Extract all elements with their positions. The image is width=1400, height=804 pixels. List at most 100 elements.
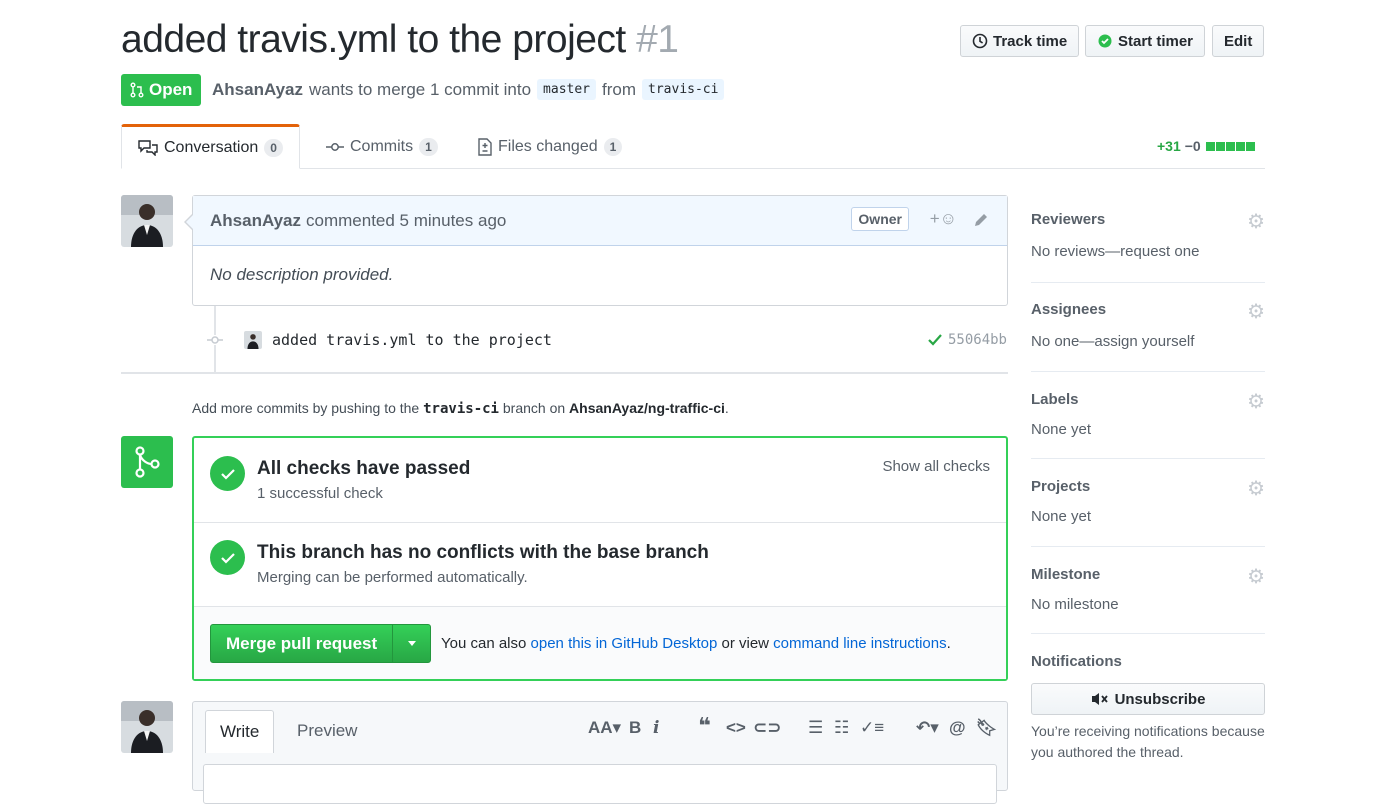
tab-files-changed[interactable]: Files changed 1 — [478, 124, 623, 169]
mention-icon[interactable]: @ — [949, 718, 966, 738]
ordered-list-icon[interactable]: ☷ — [834, 718, 849, 738]
comment-author[interactable]: AhsanAyaz — [210, 211, 301, 231]
gear-icon[interactable]: ⚙ — [1247, 389, 1265, 414]
diffstat-blocks — [1205, 141, 1255, 151]
comment-caret-fill — [186, 214, 194, 230]
unordered-list-icon[interactable]: ☰ — [808, 718, 823, 738]
avatar[interactable] — [121, 195, 173, 247]
check-circle-icon — [210, 540, 245, 575]
comment-time[interactable]: commented 5 minutes ago — [306, 211, 506, 231]
pr-author[interactable]: AhsanAyaz — [212, 80, 303, 100]
merge-hint-or: or view — [721, 635, 769, 652]
track-time-label: Track time — [993, 32, 1068, 50]
command-line-link[interactable]: command line instructions — [773, 635, 946, 652]
tab-conversation-label: Conversation — [164, 138, 259, 156]
sidebar-divider — [1031, 546, 1265, 547]
git-commit-icon — [326, 142, 344, 151]
comment-discussion-icon — [138, 139, 158, 156]
reply-icon[interactable]: ↶▾ — [916, 718, 939, 738]
sidebar-milestone[interactable]: Milestone ⚙ No milestone — [1031, 566, 1265, 613]
tab-commits-count: 1 — [419, 137, 438, 156]
add-more-commits: Add more commits by pushing to the travi… — [192, 400, 729, 417]
add-more-prefix: Add more commits by pushing to the — [192, 400, 420, 416]
checks-subtitle: 1 successful check — [257, 485, 383, 502]
clock-icon — [972, 33, 988, 49]
sidebar-divider — [1031, 371, 1265, 372]
git-commit-icon — [207, 335, 223, 345]
conflict-subtitle: Merging can be performed automatically. — [257, 569, 528, 586]
italic-icon[interactable]: i — [653, 718, 659, 738]
sidebar-notifications: Notifications — [1031, 653, 1265, 670]
sidebar-projects[interactable]: Projects ⚙ None yet — [1031, 478, 1265, 525]
labels-heading: Labels — [1031, 391, 1079, 408]
gear-icon[interactable]: ⚙ — [1247, 564, 1265, 589]
assignees-heading: Assignees — [1031, 301, 1107, 318]
assignees-value[interactable]: No one—assign yourself — [1031, 333, 1265, 350]
check-icon — [928, 334, 942, 346]
open-desktop-link[interactable]: open this in GitHub Desktop — [531, 635, 718, 652]
commit-sha[interactable]: 55064bb — [948, 332, 1007, 348]
git-merge-icon — [135, 446, 160, 478]
pr-from-text: from — [602, 79, 637, 99]
gear-icon[interactable]: ⚙ — [1247, 476, 1265, 501]
triangle-down-icon — [407, 640, 416, 646]
base-branch[interactable]: master — [537, 79, 597, 100]
commit-message[interactable]: added travis.yml to the project — [272, 331, 552, 349]
timer-icon — [1098, 34, 1112, 48]
commit-avatar[interactable] — [244, 331, 262, 349]
avatar[interactable] — [121, 701, 173, 753]
add-more-branch: travis-ci — [423, 401, 499, 417]
milestone-value: No milestone — [1031, 596, 1119, 613]
unsubscribe-button[interactable]: Unsubscribe — [1031, 683, 1265, 715]
merge-hint: You can also open this in GitHub Desktop… — [441, 635, 951, 652]
start-timer-button[interactable]: Start timer — [1085, 25, 1206, 57]
diffstat-deletions: −0 — [1184, 138, 1201, 154]
preview-tab[interactable]: Preview — [283, 710, 371, 752]
show-all-checks-link[interactable]: Show all checks — [882, 458, 990, 475]
write-tab[interactable]: Write — [205, 710, 275, 753]
comment-box: AhsanAyaz commented 5 minutes ago Owner … — [184, 195, 1008, 306]
gear-icon[interactable]: ⚙ — [1247, 299, 1265, 324]
sidebar-labels[interactable]: Labels ⚙ None yet — [1031, 391, 1265, 438]
diffstat[interactable]: +31 −0 — [1157, 138, 1255, 154]
reviewers-heading: Reviewers — [1031, 211, 1106, 228]
comment-textarea[interactable] — [203, 764, 997, 804]
checks-title: All checks have passed — [257, 458, 471, 479]
tab-conversation[interactable]: Conversation 0 — [121, 124, 300, 169]
merge-dropdown-toggle[interactable] — [392, 625, 430, 662]
pencil-icon[interactable] — [973, 212, 989, 228]
projects-heading: Projects — [1031, 478, 1091, 495]
sidebar-assignees[interactable]: Assignees ⚙ No one—assign yourself — [1031, 301, 1265, 350]
checks-section: All checks have passed 1 successful chec… — [194, 438, 1006, 523]
link-icon[interactable]: ⊂⊃ — [753, 718, 782, 738]
code-icon[interactable]: <> — [726, 718, 746, 738]
merge-footer: Merge pull request You can also open thi… — [194, 607, 1006, 679]
gear-icon[interactable]: ⚙ — [1247, 209, 1265, 234]
pr-merge-text: wants to merge 1 commit into — [309, 79, 532, 99]
tasklist-icon[interactable]: ✓≡ — [860, 718, 884, 738]
tab-commits-label: Commits — [350, 137, 414, 155]
add-more-repo[interactable]: AhsanAyaz/ng-traffic-ci — [569, 400, 725, 416]
merge-button-label: Merge pull request — [226, 633, 378, 653]
merge-hint-prefix: You can also — [441, 635, 527, 652]
reviewers-value[interactable]: No reviews—request one — [1031, 243, 1265, 260]
add-reaction-icon[interactable]: +☺ — [930, 209, 957, 229]
head-branch[interactable]: travis-ci — [642, 79, 725, 100]
sidebar-reviewers[interactable]: Reviewers ⚙ No reviews—request one — [1031, 211, 1265, 260]
sidebar-divider — [1031, 282, 1265, 283]
bold-icon[interactable]: B — [629, 718, 641, 738]
merge-pull-request-button[interactable]: Merge pull request — [210, 624, 431, 663]
pr-meta: AhsanAyaz wants to merge 1 commit into m… — [212, 79, 725, 100]
tab-files-count: 1 — [603, 137, 623, 156]
tab-commits[interactable]: Commits 1 — [326, 124, 438, 169]
add-more-middle: branch on — [502, 400, 566, 416]
tab-files-label: Files changed — [498, 137, 598, 155]
pr-state-label: Open — [149, 80, 193, 99]
pr-title: added travis.yml to the project #1 — [121, 18, 679, 62]
quote-icon[interactable]: ❝ — [698, 713, 711, 739]
track-time-button[interactable]: Track time — [960, 25, 1080, 57]
file-diff-icon — [478, 137, 492, 156]
bookmark-icon[interactable]: 🔖︎ — [976, 718, 998, 738]
text-size-icon[interactable]: AA▾ — [588, 718, 621, 738]
edit-button[interactable]: Edit — [1212, 25, 1265, 57]
